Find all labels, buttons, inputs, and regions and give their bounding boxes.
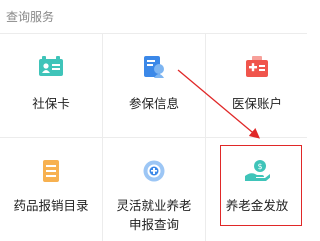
service-item-medical-insurance-account[interactable]: 医保账户 xyxy=(206,33,308,137)
insurance-info-icon xyxy=(144,56,164,78)
flexible-employment-pension-query-icon xyxy=(143,160,165,182)
query-services-panel: 查询服务 社保卡 参保信息 医保账户 药品报销目录 灵活就业养老申报查询 $ 养… xyxy=(0,0,307,241)
medical-insurance-account-icon xyxy=(246,56,268,77)
service-item-label: 参保信息 xyxy=(128,96,179,111)
service-item-label: 社保卡 xyxy=(32,96,70,111)
service-item-label: 药品报销目录 xyxy=(13,198,89,213)
service-item-insurance-info[interactable]: 参保信息 xyxy=(103,33,205,137)
service-item-label: 灵活就业养老申报查询 xyxy=(116,198,192,232)
social-security-card-icon xyxy=(39,56,63,76)
service-item-label: 医保账户 xyxy=(231,96,282,111)
highlight-annotation-box xyxy=(220,145,302,226)
drug-reimbursement-list-icon xyxy=(43,160,59,182)
service-item-drug-reimbursement-list[interactable]: 药品报销目录 xyxy=(0,138,102,241)
section-title: 查询服务 xyxy=(6,10,55,24)
service-item-flexible-employment-pension-query[interactable]: 灵活就业养老申报查询 xyxy=(103,138,205,241)
service-item-social-security-card[interactable]: 社保卡 xyxy=(0,33,102,137)
